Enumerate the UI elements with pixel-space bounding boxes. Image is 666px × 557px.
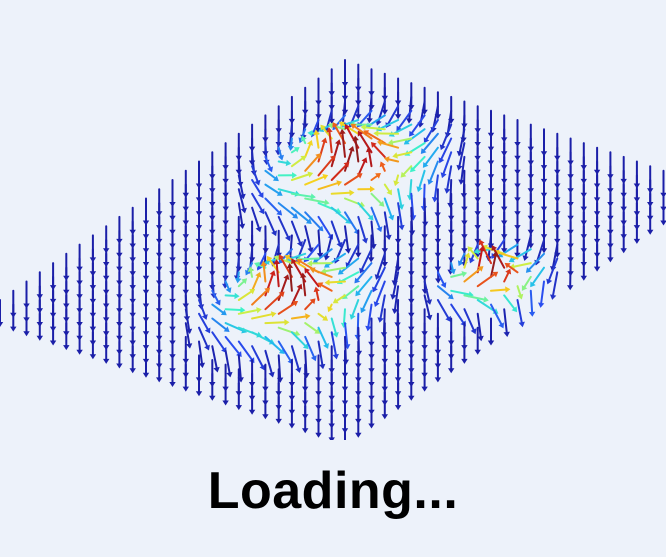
vector-arrows <box>0 59 666 440</box>
loading-label: Loading... <box>207 462 459 520</box>
loading-screen: Loading... <box>0 0 666 557</box>
spin-vector-field-visualization <box>0 59 666 440</box>
